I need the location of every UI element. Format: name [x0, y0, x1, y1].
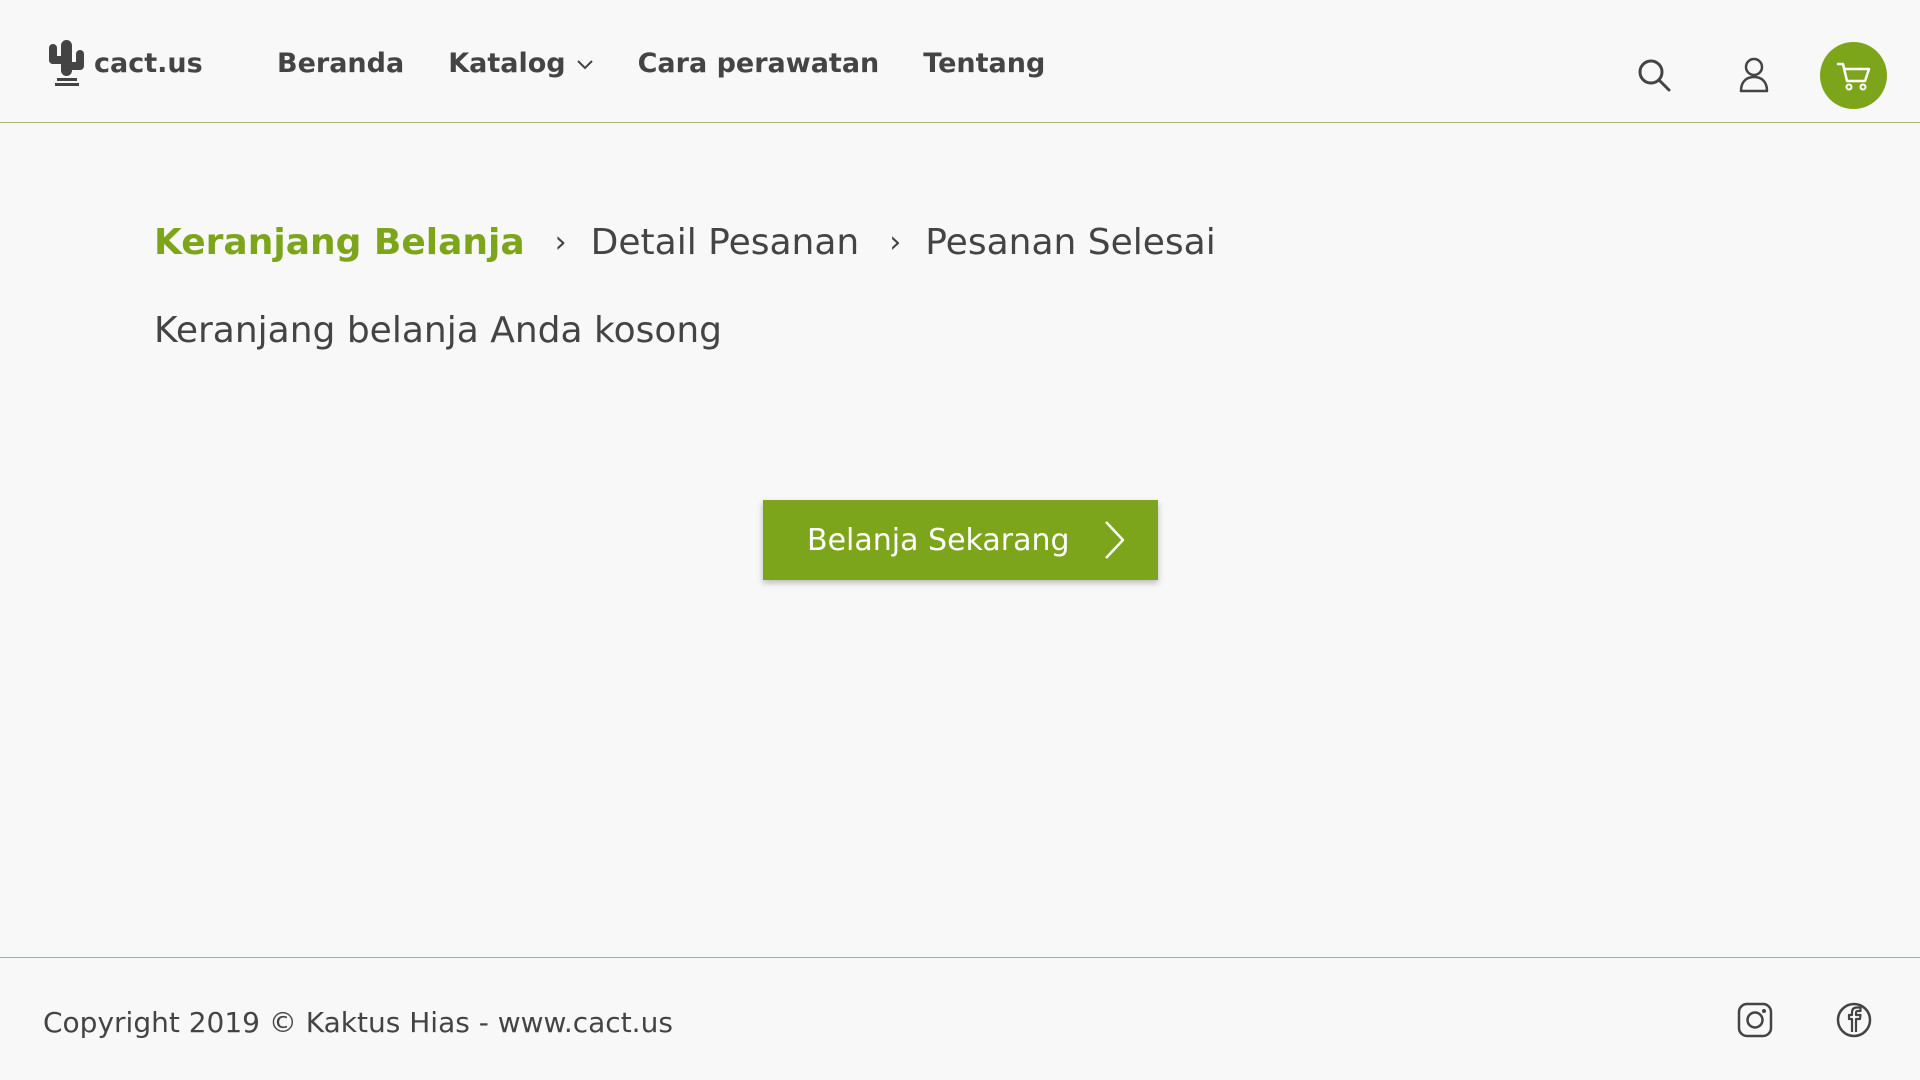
shop-now-label: Belanja Sekarang [807, 522, 1070, 558]
nav-item-label: Cara perawatan [637, 48, 880, 79]
nav-item-cara-perawatan[interactable]: Cara perawatan [638, 48, 880, 79]
chevron-down-icon [576, 59, 593, 69]
shop-now-button[interactable]: Belanja Sekarang [763, 500, 1158, 580]
search-icon [1638, 59, 1671, 92]
logo-text: cact.us [94, 47, 203, 79]
facebook-icon[interactable] [1836, 1002, 1872, 1038]
step-keranjang-belanja[interactable]: Keranjang Belanja [154, 222, 525, 263]
logo[interactable]: cact.us [46, 38, 203, 88]
empty-cart-message: Keranjang belanja Anda kosong [154, 310, 723, 351]
instagram-icon[interactable] [1737, 1002, 1773, 1038]
cactus-logo-icon [49, 40, 84, 86]
user-icon [1739, 57, 1769, 93]
chevron-right-icon: › [554, 225, 567, 260]
chevron-right-icon [1105, 521, 1125, 559]
nav-item-tentang[interactable]: Tentang [923, 48, 1045, 79]
main-nav: Beranda Katalog Cara perawatan Tentang [277, 48, 1089, 79]
step-detail-pesanan: Detail Pesanan [590, 222, 860, 263]
search-button[interactable] [1631, 52, 1677, 98]
nav-item-katalog[interactable]: Katalog [448, 48, 593, 79]
site-header: cact.us Beranda Katalog Cara perawatan T… [0, 0, 1920, 123]
nav-item-beranda[interactable]: Beranda [277, 48, 404, 79]
cart-icon [1836, 62, 1870, 90]
cart-button[interactable] [1820, 42, 1887, 109]
copyright-text: Copyright 2019 © Kaktus Hias - www.cact.… [43, 1006, 673, 1039]
site-footer: Copyright 2019 © Kaktus Hias - www.cact.… [0, 957, 1920, 1080]
nav-item-label: Katalog [448, 48, 566, 79]
checkout-steps: Keranjang Belanja › Detail Pesanan › Pes… [154, 222, 1216, 263]
account-button[interactable] [1731, 52, 1777, 98]
chevron-right-icon: › [889, 225, 902, 260]
nav-item-label: Tentang [923, 48, 1046, 79]
step-pesanan-selesai: Pesanan Selesai [925, 222, 1216, 263]
nav-item-label: Beranda [277, 48, 405, 79]
